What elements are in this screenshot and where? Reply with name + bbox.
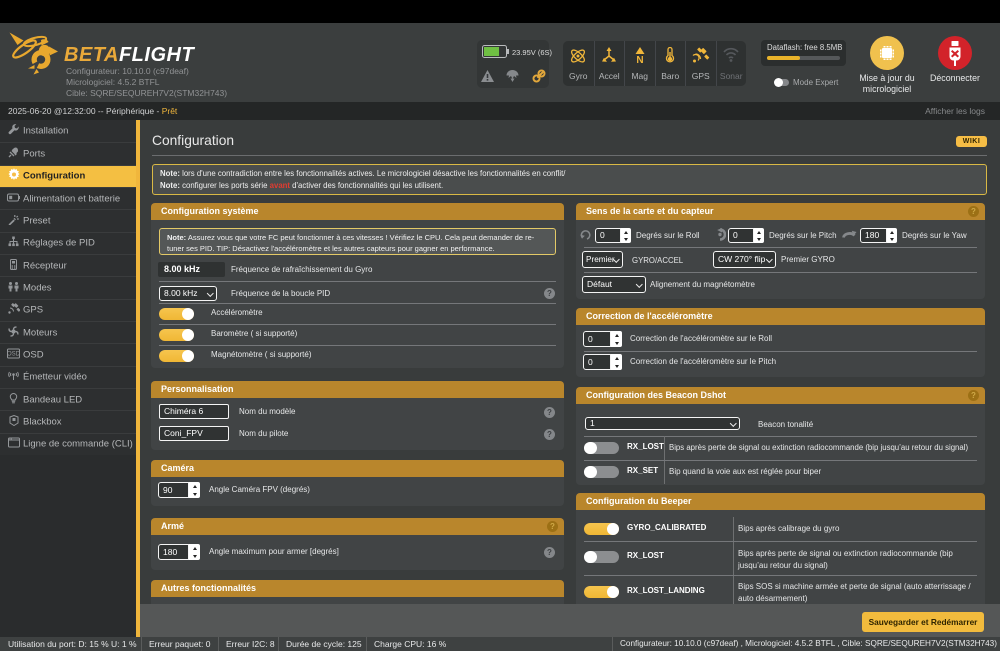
svg-text:OSD: OSD <box>7 351 20 357</box>
svg-text:N: N <box>636 55 643 64</box>
